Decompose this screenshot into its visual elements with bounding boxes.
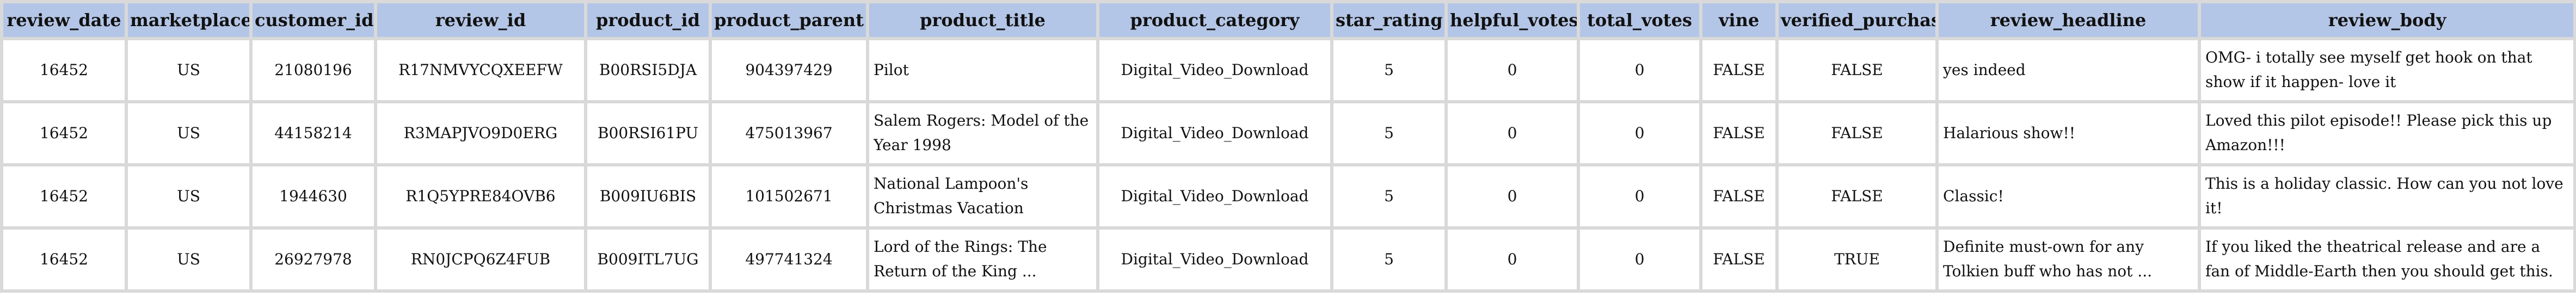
cell-verified-purchase[interactable]: FALSE: [1779, 103, 1935, 163]
cell-total-votes[interactable]: 0: [1580, 40, 1699, 100]
column-header-review-headline[interactable]: review_headline: [1939, 3, 2198, 37]
column-header-vine[interactable]: vine: [1702, 3, 1775, 37]
column-header-review-date[interactable]: review_date: [3, 3, 125, 37]
table-row: 16452 US 26927978 RN0JCPQ6Z4FUB B009ITL7…: [3, 230, 2573, 289]
cell-verified-purchase[interactable]: FALSE: [1779, 166, 1935, 226]
review-body-text: Loved this pilot episode!! Please pick t…: [2205, 112, 2552, 154]
cell-review-body[interactable]: Loved this pilot episode!! Please pick t…: [2201, 103, 2573, 163]
column-header-product-title[interactable]: product_title: [869, 3, 1096, 37]
cell-review-id[interactable]: R3MAPJVO9D0ERG: [377, 103, 584, 163]
cell-product-id[interactable]: B00RSI5DJA: [587, 40, 709, 100]
data-table: review_date marketplace customer_id revi…: [0, 0, 2576, 293]
cell-product-title[interactable]: National Lampoon's Christmas Vacation: [869, 166, 1096, 226]
column-header-star-rating[interactable]: star_rating: [1333, 3, 1444, 37]
cell-review-date[interactable]: 16452: [3, 103, 125, 163]
cell-total-votes[interactable]: 0: [1580, 230, 1699, 289]
column-header-customer-id[interactable]: customer_id: [253, 3, 374, 37]
cell-helpful-votes[interactable]: 0: [1448, 40, 1577, 100]
cell-marketplace[interactable]: US: [128, 40, 249, 100]
cell-review-id[interactable]: R1Q5YPRE84OVB6: [377, 166, 584, 226]
cell-vine[interactable]: FALSE: [1702, 166, 1775, 226]
cell-customer-id[interactable]: 26927978: [253, 230, 374, 289]
column-header-review-id[interactable]: review_id: [377, 3, 584, 37]
cell-review-id[interactable]: RN0JCPQ6Z4FUB: [377, 230, 584, 289]
cell-total-votes[interactable]: 0: [1580, 103, 1699, 163]
cell-vine[interactable]: FALSE: [1702, 230, 1775, 289]
cell-customer-id[interactable]: 1944630: [253, 166, 374, 226]
cell-product-title[interactable]: Pilot: [869, 40, 1096, 100]
cell-product-parent[interactable]: 904397429: [712, 40, 866, 100]
cell-review-body[interactable]: If you liked the theatrical release and …: [2201, 230, 2573, 289]
table-row: 16452 US 1944630 R1Q5YPRE84OVB6 B009IU6B…: [3, 166, 2573, 226]
cell-review-headline[interactable]: yes indeed: [1939, 40, 2198, 100]
cell-product-title[interactable]: Salem Rogers: Model of the Year 1998: [869, 103, 1096, 163]
table-row: 16452 US 21080196 R17NMVYCQXEEFW B00RSI5…: [3, 40, 2573, 100]
cell-product-category[interactable]: Digital_Video_Download: [1099, 103, 1330, 163]
cell-helpful-votes[interactable]: 0: [1448, 103, 1577, 163]
cell-review-date[interactable]: 16452: [3, 166, 125, 226]
cell-vine[interactable]: FALSE: [1702, 103, 1775, 163]
cell-verified-purchase[interactable]: TRUE: [1779, 230, 1935, 289]
cell-customer-id[interactable]: 44158214: [253, 103, 374, 163]
cell-product-id[interactable]: B009ITL7UG: [587, 230, 709, 289]
cell-star-rating[interactable]: 5: [1333, 103, 1444, 163]
cell-product-category[interactable]: Digital_Video_Download: [1099, 166, 1330, 226]
cell-marketplace[interactable]: US: [128, 166, 249, 226]
cell-marketplace[interactable]: US: [128, 103, 249, 163]
cell-product-parent[interactable]: 475013967: [712, 103, 866, 163]
header-row: review_date marketplace customer_id revi…: [3, 3, 2573, 37]
cell-product-category[interactable]: Digital_Video_Download: [1099, 230, 1330, 289]
review-body-text: If you liked the theatrical release and …: [2205, 238, 2553, 280]
cell-product-id[interactable]: B00RSI61PU: [587, 103, 709, 163]
cell-product-title[interactable]: Lord of the Rings: The Return of the Kin…: [869, 230, 1096, 289]
column-header-product-id[interactable]: product_id: [587, 3, 709, 37]
cell-total-votes[interactable]: 0: [1580, 166, 1699, 226]
cell-marketplace[interactable]: US: [128, 230, 249, 289]
cell-review-date[interactable]: 16452: [3, 40, 125, 100]
cell-review-body[interactable]: This is a holiday classic. How can you n…: [2201, 166, 2573, 226]
cell-helpful-votes[interactable]: 0: [1448, 166, 1577, 226]
cell-star-rating[interactable]: 5: [1333, 230, 1444, 289]
table-row: 16452 US 44158214 R3MAPJVO9D0ERG B00RSI6…: [3, 103, 2573, 163]
column-header-marketplace[interactable]: marketplace: [128, 3, 249, 37]
cell-helpful-votes[interactable]: 0: [1448, 230, 1577, 289]
cell-product-parent[interactable]: 497741324: [712, 230, 866, 289]
cell-product-parent[interactable]: 101502671: [712, 166, 866, 226]
cell-star-rating[interactable]: 5: [1333, 40, 1444, 100]
column-header-review-body[interactable]: review_body: [2201, 3, 2573, 37]
cell-customer-id[interactable]: 21080196: [253, 40, 374, 100]
cell-review-headline[interactable]: Halarious show!!: [1939, 103, 2198, 163]
column-header-helpful-votes[interactable]: helpful_votes: [1448, 3, 1577, 37]
cell-review-date[interactable]: 16452: [3, 230, 125, 289]
cell-verified-purchase[interactable]: FALSE: [1779, 40, 1935, 100]
column-header-product-parent[interactable]: product_parent: [712, 3, 866, 37]
cell-vine[interactable]: FALSE: [1702, 40, 1775, 100]
cell-review-body[interactable]: OMG- i totally see myself get hook on th…: [2201, 40, 2573, 100]
cell-review-headline[interactable]: Definite must-own for any Tolkien buff w…: [1939, 230, 2198, 289]
column-header-total-votes[interactable]: total_votes: [1580, 3, 1699, 37]
review-body-text: This is a holiday classic. How can you n…: [2205, 175, 2563, 217]
review-body-text: OMG- i totally see myself get hook on th…: [2205, 48, 2532, 91]
cell-product-id[interactable]: B009IU6BIS: [587, 166, 709, 226]
cell-review-headline[interactable]: Classic!: [1939, 166, 2198, 226]
column-header-verified-purchase[interactable]: verified_purchase: [1779, 3, 1935, 37]
cell-product-category[interactable]: Digital_Video_Download: [1099, 40, 1330, 100]
cell-review-id[interactable]: R17NMVYCQXEEFW: [377, 40, 584, 100]
cell-star-rating[interactable]: 5: [1333, 166, 1444, 226]
column-header-product-category[interactable]: product_category: [1099, 3, 1330, 37]
